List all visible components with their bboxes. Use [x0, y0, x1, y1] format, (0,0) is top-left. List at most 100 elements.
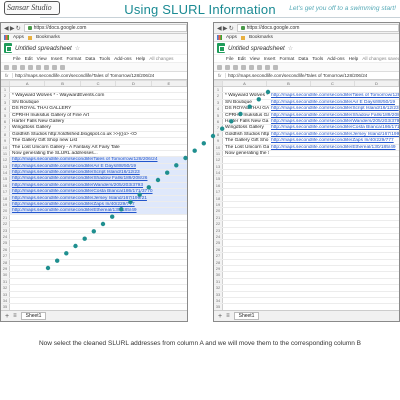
row-number[interactable]: 28 [1, 259, 10, 265]
cell-b[interactable] [269, 157, 399, 162]
spreadsheet-grid[interactable]: ABCDE 1 2 * Wayward Wolves * - WaywardEven… [1, 80, 187, 321]
column-header-c[interactable]: C [81, 81, 117, 86]
row-number[interactable]: 4 [1, 106, 10, 112]
nav-arrows-icon[interactable]: ◀ ▶ ↻ [4, 25, 21, 32]
add-sheet-icon[interactable]: + [218, 313, 222, 320]
row-number[interactable]: 25 [1, 240, 10, 246]
row-number[interactable]: 3 [214, 99, 223, 106]
cell-a[interactable]: The Gallery Gift Shop new List [10, 138, 187, 143]
row-number[interactable]: 4 [214, 106, 223, 112]
menu-format[interactable]: Format [279, 56, 294, 61]
cell-b[interactable] [269, 189, 399, 194]
cell-a[interactable]: Goldfish Studios http [223, 132, 269, 137]
cell-a[interactable]: http://maps.secondlife.com/secondlife/Ta… [10, 157, 187, 163]
sheets-logo-icon[interactable] [217, 43, 225, 53]
address-field[interactable]: https://docs.google.com [236, 24, 399, 32]
row-number[interactable]: 16 [214, 182, 223, 189]
row-number[interactable]: 19 [214, 202, 223, 208]
row-number[interactable]: 33 [1, 291, 10, 297]
cell-b[interactable] [269, 260, 399, 265]
cell-a[interactable]: http://maps.secondlife.com/secondlife/Je… [10, 195, 187, 202]
cell-a[interactable]: * Wayward Wolves * [223, 93, 269, 98]
row-number[interactable]: 17 [214, 189, 223, 195]
row-number[interactable]: 6 [214, 118, 223, 125]
cell-a[interactable] [223, 266, 269, 271]
cell-b[interactable] [269, 234, 399, 239]
row-number[interactable]: 10 [214, 144, 223, 150]
column-header-d[interactable]: D [355, 81, 399, 86]
formula-value[interactable]: http://maps.secondlife.com/secondlife/Ta… [226, 73, 367, 78]
row-number[interactable]: 23 [214, 227, 223, 233]
cell-a[interactable]: Goldfish Studios http://oldfished.blogsp… [10, 132, 187, 137]
star-icon[interactable]: ☆ [75, 45, 80, 52]
cell-a[interactable]: Wingdtoss Gallery [10, 125, 187, 130]
cell-a[interactable] [10, 228, 187, 233]
row-number[interactable]: 21 [1, 214, 10, 221]
doc-title[interactable]: Untitled spreadsheet [15, 45, 72, 52]
cell-a[interactable]: CPRHH Inuksitus Gal [223, 113, 269, 118]
column-header-e[interactable]: E [152, 81, 187, 86]
row-number[interactable]: 20 [1, 208, 10, 214]
row-number[interactable]: 31 [1, 278, 10, 285]
row-number[interactable]: 15 [1, 176, 10, 182]
sheet-tab[interactable]: Sheet1 [233, 312, 260, 320]
cell-a[interactable] [10, 285, 187, 290]
doc-title[interactable]: Untitled spreadsheet [228, 45, 285, 52]
column-header-b[interactable]: B [45, 81, 81, 86]
cell-a[interactable] [10, 260, 187, 265]
menu-view[interactable]: View [37, 56, 47, 61]
row-number[interactable]: 5 [1, 112, 10, 118]
cell-b[interactable] [269, 208, 399, 213]
row-number[interactable]: 9 [1, 138, 10, 144]
column-header-a[interactable]: A [223, 81, 267, 86]
cell-a[interactable] [223, 285, 269, 290]
cell-a[interactable]: http://maps.secondlife.com/secondlife/Sc… [10, 170, 187, 176]
row-number[interactable]: 12 [1, 157, 10, 163]
cell-a[interactable] [223, 183, 269, 188]
cell-a[interactable] [223, 196, 269, 201]
row-number[interactable]: 10 [1, 144, 10, 150]
cell-a[interactable] [223, 157, 269, 162]
cell-a[interactable] [10, 292, 187, 297]
cell-b[interactable]: http://maps.secondlife.com/secondlife/Je… [269, 132, 399, 137]
undo-icon[interactable] [225, 64, 230, 70]
row-number[interactable]: 28 [214, 259, 223, 265]
formula-bar[interactable]: fx http://maps.secondlife.com/secondlife… [214, 72, 399, 80]
cell-a[interactable] [223, 87, 269, 92]
cell-b[interactable] [269, 176, 399, 181]
cell-a[interactable]: Wingdtoss Gallery [223, 125, 269, 130]
sheet-tab[interactable]: Sheet1 [20, 312, 47, 320]
bookmark-bookmarks[interactable]: Bookmarks [36, 35, 60, 40]
cell-a[interactable] [10, 304, 187, 309]
row-number[interactable]: 2 [214, 93, 223, 99]
menu-addons[interactable]: Add-ons [114, 56, 131, 61]
cell-b[interactable] [269, 279, 399, 284]
menu-file[interactable]: File [13, 56, 21, 61]
column-header-b[interactable]: B [267, 81, 311, 86]
cell-a[interactable] [223, 176, 269, 181]
row-number[interactable]: 22 [1, 221, 10, 227]
menu-edit[interactable]: Edit [238, 56, 246, 61]
row-number[interactable]: 7 [214, 125, 223, 131]
row-number[interactable]: 32 [1, 285, 10, 291]
column-header-c[interactable]: C [311, 81, 355, 86]
cell-b[interactable]: http://maps.secondlife.com/secondlife/Ai… [269, 100, 399, 105]
row-number[interactable]: 13 [214, 163, 223, 170]
menu-data[interactable]: Data [298, 56, 308, 61]
cell-a[interactable]: Now generating the SLURL addresses... [223, 151, 269, 156]
bold-icon[interactable] [273, 64, 278, 70]
row-number[interactable]: 34 [1, 297, 10, 304]
menu-format[interactable]: Format [66, 56, 81, 61]
cell-a[interactable] [223, 304, 269, 309]
cell-b[interactable] [269, 215, 399, 220]
paint-format-icon[interactable] [241, 64, 246, 70]
row-number[interactable]: 35 [1, 304, 10, 310]
currency-icon[interactable] [36, 64, 41, 70]
cell-a[interactable] [10, 298, 187, 303]
cell-a[interactable] [10, 266, 187, 271]
cell-b[interactable] [269, 196, 399, 201]
cell-b[interactable] [269, 240, 399, 245]
cell-a[interactable]: The Lost Unicorn Ga [223, 145, 269, 150]
menu-file[interactable]: File [226, 56, 234, 61]
row-number[interactable]: 27 [214, 253, 223, 259]
